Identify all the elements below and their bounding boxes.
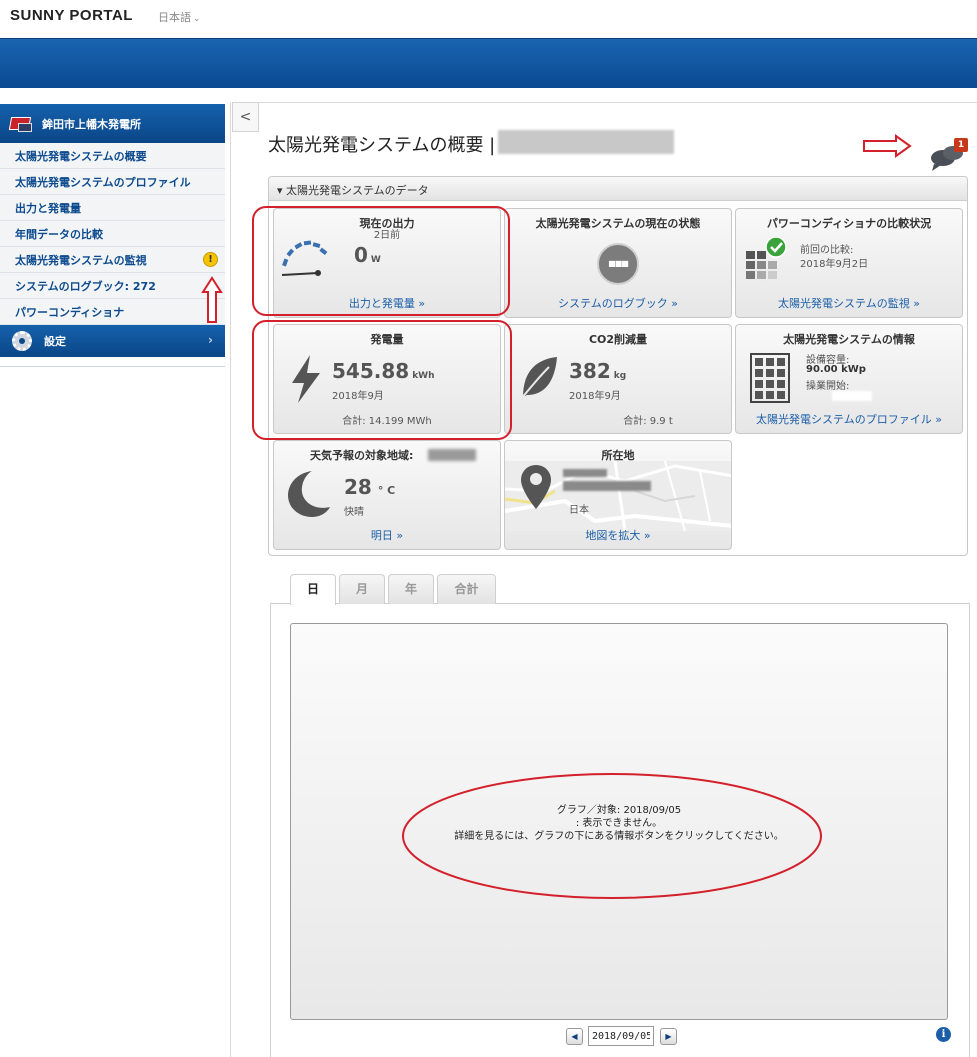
tile-title: 太陽光発電システムの現在の状態 bbox=[535, 217, 701, 230]
gear-icon bbox=[12, 331, 32, 351]
header-banner bbox=[0, 38, 977, 88]
sidebar-item-power-yield[interactable]: 出力と発電量 bbox=[0, 195, 225, 221]
tile-system-status: 太陽光発電システムの現在の状態 ■■■ システムのログブック » bbox=[504, 208, 732, 318]
sidebar-item-label: 太陽光発電システムの監視 bbox=[15, 253, 147, 267]
map-pin-icon bbox=[521, 465, 551, 509]
plant-name: 鉾田市上幡木発電所 bbox=[42, 117, 141, 131]
co2-total: 合計: 9.9 t bbox=[623, 416, 673, 427]
tile-inverter-comparison: パワーコンディショナの比較状況 前回の比較: 2018年9月2日 太陽光発電シス… bbox=[735, 208, 963, 318]
link-tomorrow[interactable]: 明日 » bbox=[274, 527, 500, 543]
redacted-address bbox=[563, 469, 607, 477]
settings-label: 設定 bbox=[44, 335, 66, 348]
tab-day[interactable]: 日 bbox=[290, 574, 336, 605]
notification-badge: 1 bbox=[954, 138, 968, 152]
unit-text: ° C bbox=[377, 484, 396, 497]
sidebar-item-inverters[interactable]: パワーコンディショナ bbox=[0, 299, 225, 325]
redacted-region bbox=[428, 449, 476, 461]
co2-value: 382 kg bbox=[569, 359, 626, 383]
sidebar-item-settings[interactable]: 設定 › bbox=[0, 325, 225, 357]
collapse-sidebar-button[interactable]: < bbox=[232, 102, 259, 132]
temperature-value: 28 ° C bbox=[344, 475, 395, 499]
link-logbook[interactable]: システムのログブック » bbox=[505, 295, 731, 311]
annotation-ellipse bbox=[402, 773, 822, 899]
weather-condition: 快晴 bbox=[344, 507, 364, 518]
annotation-circle-current-power bbox=[252, 206, 510, 316]
leaf-icon bbox=[520, 357, 557, 400]
page-title: 太陽光発電システムの概要 | bbox=[268, 135, 496, 156]
compare-date: 2018年9月2日 bbox=[800, 259, 869, 270]
chevron-down-icon: ⌄ bbox=[193, 14, 201, 24]
inverter-check-icon bbox=[746, 237, 787, 279]
co2-period: 2018年9月 bbox=[569, 391, 621, 402]
tile-title: パワーコンディショナの比較状況 bbox=[766, 217, 932, 230]
chevron-right-icon: › bbox=[208, 333, 213, 347]
tile-co2: CO2削減量 382 kg 2018年9月 合計: 9.9 t bbox=[504, 324, 732, 434]
moon-icon bbox=[288, 471, 330, 517]
redacted-plant-name bbox=[498, 130, 674, 154]
sidebar-item-label: 太陽光発電システムの概要 bbox=[15, 149, 147, 163]
tile-title: CO2削減量 bbox=[588, 333, 648, 346]
sidebar: 鉾田市上幡木発電所 太陽光発電システムの概要 太陽光発電システムのプロファイル … bbox=[0, 104, 225, 357]
tile-system-info: 太陽光発電システムの情報 設備容量: 90.00 kWp 操業開始: 太陽光発電… bbox=[735, 324, 963, 434]
sidebar-item-label: 年間データの比較 bbox=[15, 227, 103, 241]
tile-title: 太陽光発電システムの情報 bbox=[783, 333, 915, 346]
sidebar-item-logbook[interactable]: システムのログブック: 272 bbox=[0, 273, 225, 299]
tab-total[interactable]: 合計 bbox=[437, 574, 496, 604]
value-text: 382 bbox=[569, 359, 611, 383]
sidebar-item-label: 太陽光発電システムのプロファイル bbox=[15, 175, 191, 189]
language-label: 日本語 bbox=[158, 11, 191, 24]
sidebar-item-profile[interactable]: 太陽光発電システムのプロファイル bbox=[0, 169, 225, 195]
link-monitoring[interactable]: 太陽光発電システムの監視 » bbox=[736, 295, 962, 311]
divider bbox=[259, 102, 977, 103]
prev-date-button[interactable]: ◀ bbox=[566, 1028, 583, 1045]
solar-plant-icon bbox=[8, 114, 34, 134]
solar-panel-icon bbox=[750, 353, 790, 403]
compare-label: 前回の比較: bbox=[800, 245, 854, 256]
link-enlarge-map[interactable]: 地図を拡大 » bbox=[505, 527, 731, 543]
language-selector[interactable]: 日本語 ⌄ bbox=[158, 9, 201, 25]
date-field[interactable] bbox=[588, 1026, 654, 1046]
sidebar-item-label: 出力と発電量 bbox=[15, 201, 81, 215]
value-text: 28 bbox=[344, 475, 372, 499]
tab-year[interactable]: 年 bbox=[388, 574, 434, 604]
capacity-value: 90.00 kWp bbox=[806, 364, 866, 375]
tile-title: 所在地 bbox=[601, 449, 635, 462]
plant-selector[interactable]: 鉾田市上幡木発電所 bbox=[0, 104, 225, 143]
status-ok-icon: ■■■ bbox=[597, 243, 639, 285]
redacted-address bbox=[563, 481, 651, 491]
sidebar-item-overview[interactable]: 太陽光発電システムの概要 bbox=[0, 143, 225, 169]
sidebar-divider bbox=[0, 366, 225, 367]
top-bar: SUNNY PORTAL 日本語 ⌄ bbox=[0, 0, 977, 38]
annotation-right-arrow-icon bbox=[863, 134, 912, 158]
panel-heading[interactable]: ▾ 太陽光発電システムのデータ bbox=[269, 177, 967, 201]
warning-icon: ! bbox=[203, 252, 218, 267]
link-system-profile[interactable]: 太陽光発電システムのプロファイル » bbox=[736, 411, 962, 427]
sidebar-item-annual-compare[interactable]: 年間データの比較 bbox=[0, 221, 225, 247]
location-country: 日本 bbox=[569, 505, 589, 516]
redacted-start-date bbox=[832, 391, 872, 401]
annotation-circle-yield bbox=[252, 320, 512, 440]
annotation-up-arrow-icon bbox=[201, 276, 223, 323]
info-icon[interactable]: i bbox=[936, 1027, 951, 1042]
tile-location: 所在地 日本 地図を拡大 » bbox=[504, 440, 732, 550]
sidebar-item-label: システムのログブック: 272 bbox=[15, 279, 156, 293]
brand-logo[interactable]: SUNNY PORTAL bbox=[10, 7, 133, 24]
tile-weather: 天気予報の対象地域: 28 ° C 快晴 明日 » bbox=[273, 440, 501, 550]
unit-text: kg bbox=[613, 371, 627, 381]
sidebar-item-label: パワーコンディショナ bbox=[15, 305, 125, 319]
start-label: 操業開始: bbox=[806, 381, 850, 392]
sidebar-item-monitoring[interactable]: 太陽光発電システムの監視! bbox=[0, 247, 225, 273]
next-date-button[interactable]: ▶ bbox=[660, 1028, 677, 1045]
tab-month[interactable]: 月 bbox=[339, 574, 385, 604]
